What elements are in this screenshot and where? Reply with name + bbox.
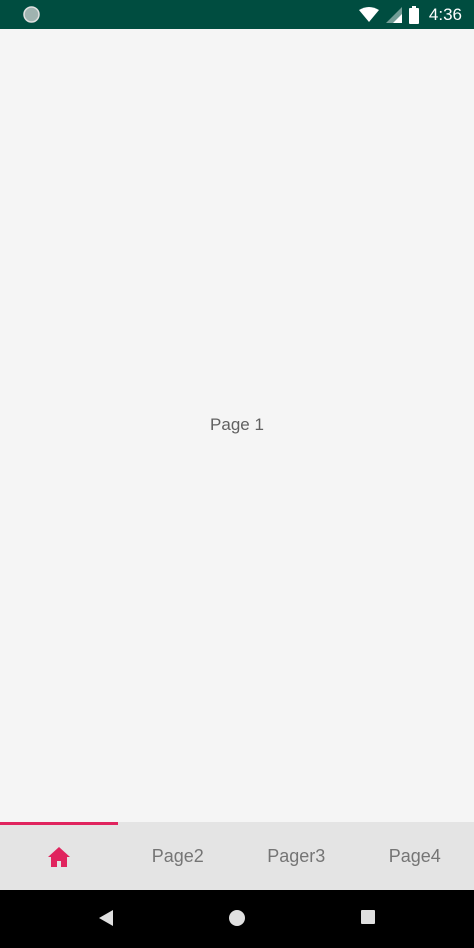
tab-page2[interactable]: Page2	[119, 822, 238, 890]
tab-pager3[interactable]: Pager3	[237, 822, 356, 890]
signal-icon	[385, 6, 402, 23]
tab-pager3-label: Pager3	[267, 845, 326, 866]
status-icons: 4:36	[352, 0, 462, 29]
page-content: Page 1	[0, 29, 474, 822]
notification-dot-icon	[23, 6, 40, 23]
status-bar: 4:36	[0, 0, 474, 29]
page-label: Page 1	[210, 415, 264, 434]
wifi-icon	[358, 6, 379, 22]
tab-page2-label: Page2	[151, 845, 204, 866]
home-icon	[48, 847, 71, 867]
tab-home[interactable]	[0, 822, 119, 890]
back-icon[interactable]	[98, 909, 114, 927]
status-time: 4:36	[428, 4, 462, 24]
recents-icon[interactable]	[360, 909, 376, 925]
navigation-bar	[0, 890, 474, 948]
tab-page4[interactable]: Page4	[356, 822, 474, 890]
tab-page4-label: Page4	[388, 845, 441, 866]
home-circle-icon[interactable]	[228, 909, 246, 927]
bottom-tab-bar: Page2 Pager3 Page4	[0, 822, 474, 890]
battery-icon	[408, 5, 419, 24]
